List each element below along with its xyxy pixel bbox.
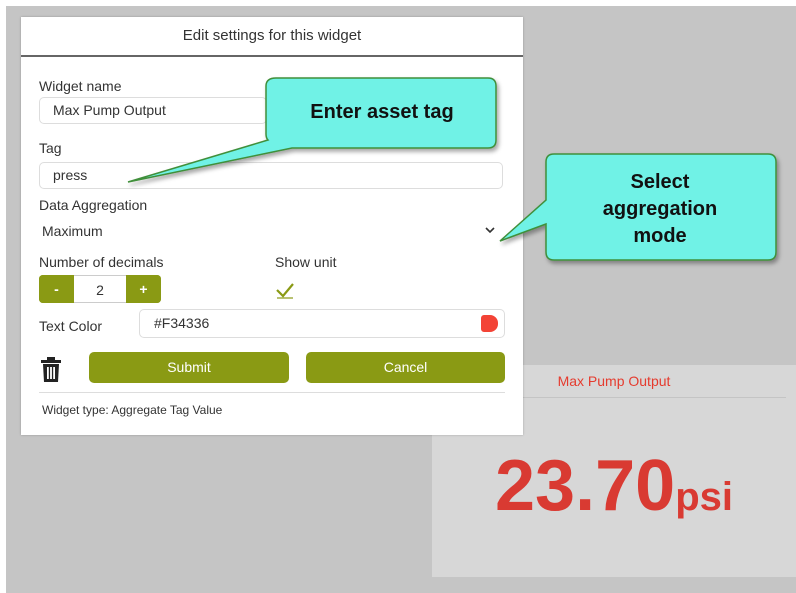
text-color-input[interactable]: #F34336	[139, 309, 505, 338]
submit-button[interactable]: Submit	[89, 352, 289, 383]
widget-name-input[interactable]: Max Pump Output	[39, 97, 267, 124]
aggregation-callout-line1: Select	[630, 171, 690, 193]
widget-value-unit: psi	[675, 475, 733, 519]
decimals-stepper: - 2 +	[39, 275, 161, 303]
widget-type-text: Widget type: Aggregate Tag Value	[42, 403, 223, 417]
show-unit-checkbox[interactable]	[275, 280, 295, 300]
tag-label: Tag	[39, 140, 62, 156]
widget-name-label: Widget name	[39, 78, 122, 94]
widget-value-number: 23.70	[495, 446, 676, 526]
widget-preview-value: 23.70psi	[432, 445, 796, 527]
decimals-label: Number of decimals	[39, 254, 164, 270]
aggregation-select-value: Maximum	[42, 223, 103, 239]
edit-widget-dialog: Edit settings for this widget Widget nam…	[21, 17, 523, 435]
aggregation-select[interactable]: Maximum	[39, 219, 503, 246]
decimals-plus-button[interactable]: +	[126, 275, 161, 303]
show-unit-label: Show unit	[275, 254, 337, 270]
trash-icon[interactable]	[40, 357, 62, 383]
chevron-down-icon	[485, 219, 495, 244]
asset-tag-callout-text: Enter asset tag	[310, 101, 454, 123]
decimals-minus-button[interactable]: -	[39, 275, 74, 303]
text-color-value: #F34336	[154, 315, 210, 331]
text-color-label: Text Color	[39, 318, 103, 334]
cancel-button[interactable]: Cancel	[306, 352, 505, 383]
aggregation-callout-line3: mode	[633, 225, 687, 247]
aggregation-callout-line2: aggregation	[602, 198, 718, 220]
dialog-title: Edit settings for this widget	[21, 17, 523, 57]
aggregation-label: Data Aggregation	[39, 197, 148, 213]
decimals-value[interactable]: 2	[74, 275, 126, 303]
dialog-divider	[39, 392, 505, 393]
checkmark-icon	[276, 283, 294, 299]
tag-input[interactable]: press	[39, 162, 503, 189]
color-swatch[interactable]	[481, 315, 498, 332]
